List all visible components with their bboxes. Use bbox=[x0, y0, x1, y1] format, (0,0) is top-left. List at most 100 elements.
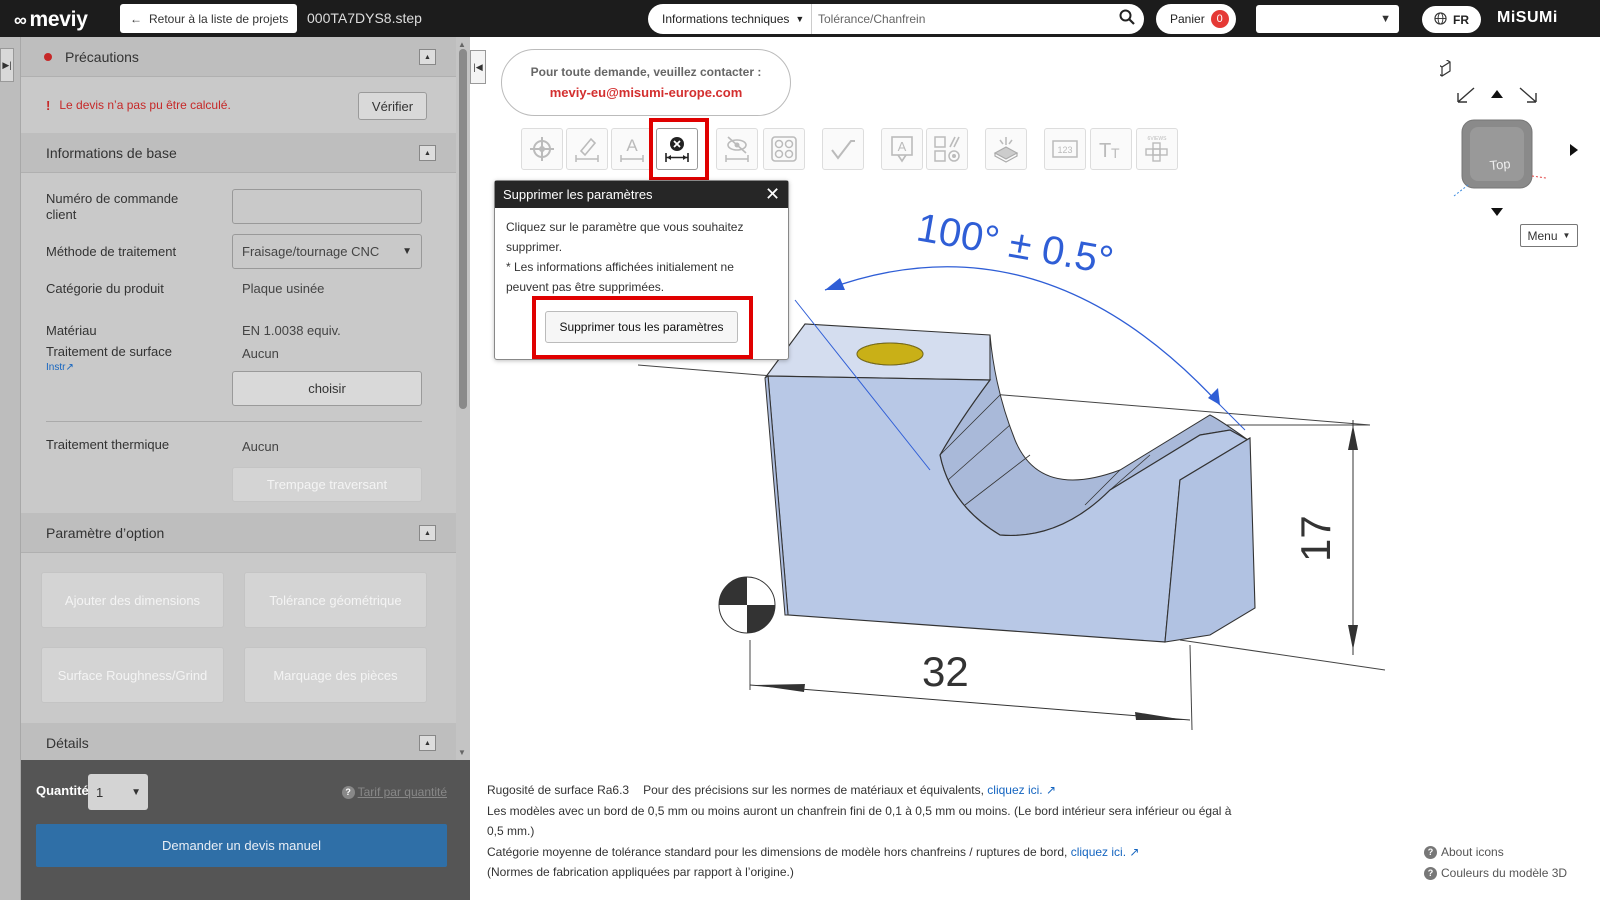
geometric-tolerance-icon bbox=[934, 136, 960, 162]
svg-text:T: T bbox=[1111, 145, 1120, 161]
expand-panel-button[interactable]: |◀ bbox=[470, 50, 486, 84]
hole-pattern-icon bbox=[771, 136, 797, 162]
meviy-logo[interactable]: ∞ meviy bbox=[14, 8, 88, 32]
cart-button[interactable]: Panier 0 bbox=[1156, 4, 1236, 34]
options-header[interactable]: Paramètre d’option ▲ bbox=[21, 513, 456, 553]
order-number-label: Numéro de commande client bbox=[46, 191, 179, 222]
rotate-right-icon[interactable] bbox=[1519, 87, 1537, 103]
svg-text:A: A bbox=[898, 139, 907, 154]
through-hardening-button[interactable]: Trempage traversant bbox=[232, 467, 422, 502]
left-panel: ▶| Précautions ▲ ! Le devis n’a pas pu ê… bbox=[0, 37, 470, 900]
chevron-down-icon: ▼ bbox=[795, 14, 805, 24]
arrow-up-icon[interactable] bbox=[1491, 90, 1503, 98]
surface-treatment-value: Aucun bbox=[242, 346, 279, 361]
precautions-header[interactable]: Précautions ▲ bbox=[21, 37, 456, 77]
part-marking-button[interactable]: Marquage des pièces bbox=[244, 647, 427, 703]
close-icon[interactable]: ✕ bbox=[763, 185, 782, 204]
collapse-icon[interactable]: ▲ bbox=[419, 145, 436, 161]
about-icons-link[interactable]: ? About icons bbox=[1424, 842, 1567, 863]
back-to-projects-button[interactable]: ← Retour à la liste de projets bbox=[120, 4, 297, 33]
language-button[interactable]: FR bbox=[1422, 6, 1481, 33]
quantity-pricing-link[interactable]: ? Tarif par quantité bbox=[341, 785, 447, 799]
view-menu-button[interactable]: Menu ▼ bbox=[1520, 224, 1578, 247]
surface-roughness-tool[interactable] bbox=[822, 128, 864, 170]
annotation-tool[interactable]: A bbox=[881, 128, 923, 170]
svg-text:6VIEWS: 6VIEWS bbox=[1148, 136, 1168, 142]
basic-info-header[interactable]: Informations de base ▲ bbox=[21, 133, 456, 173]
cart-count-badge: 0 bbox=[1210, 10, 1229, 28]
home-view-icon[interactable] bbox=[1440, 60, 1451, 77]
width-dimension-label[interactable]: 32 bbox=[922, 648, 969, 695]
edit-dimension-tool[interactable] bbox=[566, 128, 608, 170]
chevron-down-icon: ▼ bbox=[1380, 13, 1391, 25]
top-bar: ∞ meviy ← Retour à la liste de projets 0… bbox=[0, 0, 1600, 37]
help-links: ? About icons ? Couleurs du modèle 3D bbox=[1424, 842, 1567, 884]
cube-top-label: Top bbox=[1489, 156, 1511, 173]
external-link-icon: ↗ bbox=[1045, 783, 1057, 797]
help-icon: ? bbox=[1424, 867, 1437, 880]
verify-button[interactable]: Vérifier bbox=[358, 92, 427, 120]
file-name: 000TA7DYS8.step bbox=[307, 10, 422, 26]
scrollbar-thumb[interactable] bbox=[459, 49, 467, 409]
manual-quote-button[interactable]: Demander un devis manuel bbox=[36, 824, 447, 867]
collapse-icon[interactable]: ▲ bbox=[419, 525, 436, 541]
geometric-tolerance-tool[interactable] bbox=[926, 128, 968, 170]
origin-tool[interactable] bbox=[521, 128, 563, 170]
collapse-panel-button[interactable]: ▶| bbox=[0, 48, 14, 82]
tolerance-link[interactable]: cliquez ici. ↗ bbox=[1071, 845, 1140, 859]
rotate-left-icon[interactable] bbox=[1457, 87, 1475, 103]
help-icon: ? bbox=[341, 785, 355, 799]
method-label: Méthode de traitement bbox=[46, 244, 177, 259]
angle-dimension-label[interactable]: 100° ± 0.5° bbox=[913, 206, 1116, 284]
quantity-select[interactable]: 1 ▼ bbox=[88, 774, 148, 810]
quote-warning: ! Le devis n’a pas pu être calculé. Véri… bbox=[21, 77, 456, 133]
font-size-tool[interactable]: TT bbox=[1090, 128, 1132, 170]
exclamation-icon: ! bbox=[46, 97, 51, 113]
choose-surface-button[interactable]: choisir bbox=[232, 371, 422, 406]
heat-treatment-label: Traitement thermique bbox=[46, 437, 170, 452]
search-category-select[interactable]: Informations techniques ▼ bbox=[648, 4, 812, 34]
collapse-icon[interactable]: ▲ bbox=[419, 735, 436, 751]
divider bbox=[46, 421, 422, 422]
search-icon[interactable] bbox=[1110, 9, 1144, 30]
height-dimension-label[interactable]: 17 bbox=[1292, 515, 1339, 562]
ruler-tool[interactable]: 123 bbox=[1044, 128, 1086, 170]
navigation-cube[interactable]: Top bbox=[1440, 60, 1590, 230]
model-colors-link[interactable]: ? Couleurs du modèle 3D bbox=[1424, 863, 1567, 884]
annotation-icon: A bbox=[891, 136, 913, 163]
cube-face[interactable] bbox=[1470, 127, 1524, 181]
external-link-icon: ↗ bbox=[1129, 844, 1140, 859]
instructions-link[interactable]: Instr↗ bbox=[46, 362, 74, 373]
details-header[interactable]: Détails ▲ bbox=[21, 723, 456, 763]
surface-roughness-button[interactable]: Surface Roughness/Grind bbox=[41, 647, 224, 703]
dimension-pencil-icon bbox=[575, 137, 599, 162]
collapse-icon[interactable]: ▲ bbox=[419, 49, 436, 65]
account-select[interactable]: ▼ bbox=[1256, 5, 1399, 33]
chevron-down-icon: ▼ bbox=[131, 786, 141, 798]
hole-pattern-tool[interactable] bbox=[763, 128, 805, 170]
material-label: Matériau bbox=[46, 323, 97, 338]
arrow-right-icon[interactable] bbox=[1570, 144, 1578, 156]
text-dimension-tool[interactable]: A bbox=[611, 128, 653, 170]
basic-info-form: Numéro de commande client Méthode de tra… bbox=[21, 173, 456, 513]
contact-email[interactable]: meviy-eu@misumi-europe.com bbox=[502, 85, 790, 100]
category-value: Plaque usinée bbox=[242, 281, 325, 296]
alert-dot-icon bbox=[44, 52, 52, 61]
quote-footer: Quantité 1 ▼ ? Tarif par quantité Demand… bbox=[21, 760, 470, 900]
contact-bubble: Pour toute demande, veuillez contacter :… bbox=[501, 49, 791, 116]
method-select[interactable]: Fraisage/tournage CNC ▼ bbox=[232, 234, 422, 269]
scroll-down-icon[interactable]: ▼ bbox=[458, 748, 466, 757]
add-dimensions-button[interactable]: Ajouter des dimensions bbox=[41, 572, 224, 628]
order-number-input[interactable] bbox=[232, 189, 422, 224]
part-marking-tool[interactable] bbox=[985, 128, 1027, 170]
hide-dimension-tool[interactable] bbox=[716, 128, 758, 170]
material-norms-link[interactable]: cliquez ici. ↗ bbox=[987, 783, 1056, 797]
svg-text:T: T bbox=[1099, 140, 1111, 162]
part-marking-icon bbox=[993, 137, 1019, 163]
search-input[interactable]: Tolérance/Chanfrein bbox=[812, 12, 1110, 26]
geometric-tolerance-button[interactable]: Tolérance géométrique bbox=[244, 572, 427, 628]
panel-edge: ▶| bbox=[0, 37, 21, 900]
arrow-down-icon[interactable] bbox=[1491, 208, 1503, 216]
six-views-tool[interactable]: 6VIEWS bbox=[1136, 128, 1178, 170]
scroll-up-icon[interactable]: ▲ bbox=[458, 40, 466, 49]
